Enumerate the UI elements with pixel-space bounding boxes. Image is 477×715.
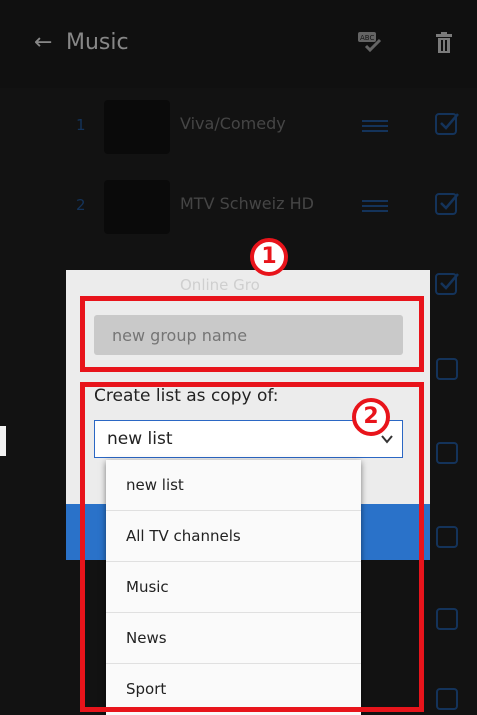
annotation-marker-2: 2 xyxy=(352,398,390,436)
edge-marker xyxy=(0,426,6,456)
annotation-marker-1: 1 xyxy=(250,238,288,276)
annotation-box-1 xyxy=(80,296,424,372)
dialog-title: Online Gro xyxy=(180,276,260,294)
